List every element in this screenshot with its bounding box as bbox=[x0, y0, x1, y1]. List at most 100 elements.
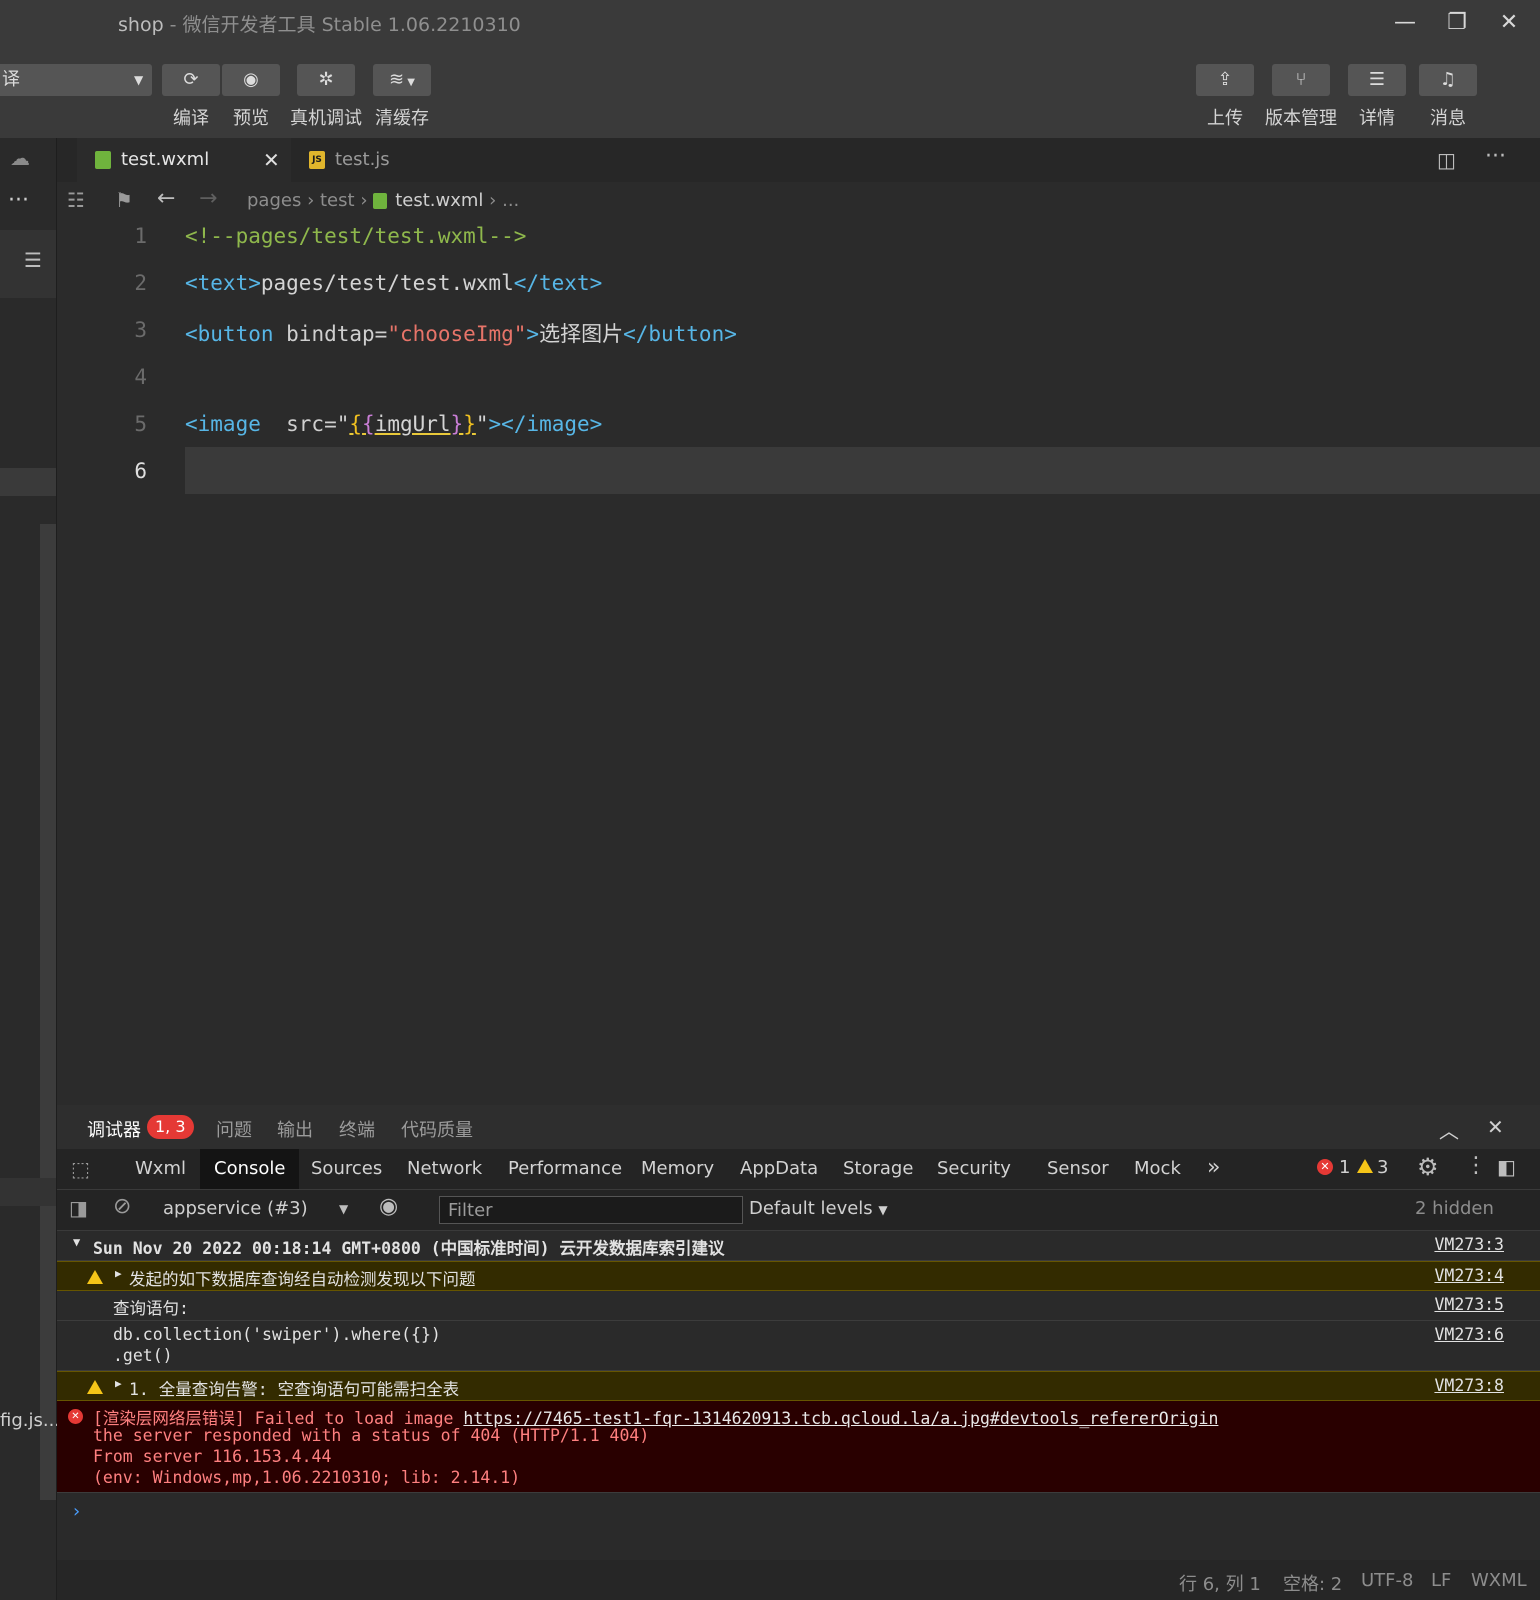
more-tabs-icon[interactable]: » bbox=[1207, 1155, 1220, 1180]
tab-storage[interactable]: Storage bbox=[829, 1149, 927, 1189]
sidebar-selected-item[interactable] bbox=[0, 468, 56, 496]
tab-sensor[interactable]: Sensor bbox=[1033, 1149, 1123, 1189]
eye-icon[interactable]: ◉ bbox=[379, 1194, 398, 1219]
code-line-1: <!--pages/test/test.wxml--> bbox=[185, 224, 526, 248]
tab-mock[interactable]: Mock bbox=[1120, 1149, 1195, 1189]
tab-security[interactable]: Security bbox=[923, 1149, 1025, 1189]
log-row[interactable]: 查询语句: VM273:5 bbox=[57, 1291, 1540, 1321]
log-levels-label: Default levels bbox=[749, 1198, 873, 1219]
sidebar-toggle-icon[interactable]: ◨ bbox=[69, 1196, 88, 1220]
sort-icon[interactable]: ☰ bbox=[24, 248, 42, 272]
tab-code-quality[interactable]: 代码质量 bbox=[401, 1116, 473, 1142]
tab-appdata[interactable]: AppData bbox=[726, 1149, 832, 1189]
tab-memory[interactable]: Memory bbox=[627, 1149, 728, 1189]
error-row[interactable]: ✕ [渲染层网络层错误] Failed to load image https:… bbox=[57, 1401, 1540, 1493]
compile-mode-select[interactable]: 译 ▼ bbox=[0, 64, 152, 96]
tab-sources[interactable]: Sources bbox=[297, 1149, 396, 1189]
inspect-icon[interactable]: ⬚ bbox=[71, 1157, 90, 1181]
remote-debug-button[interactable]: ✲ bbox=[297, 64, 355, 96]
bookmark-icon[interactable]: ⚑ bbox=[115, 188, 133, 212]
gear-icon[interactable]: ⚙ bbox=[1417, 1153, 1439, 1181]
version-button[interactable]: ⑂ bbox=[1272, 64, 1330, 96]
warning-icon bbox=[1357, 1159, 1373, 1173]
preview-button[interactable]: ◉ bbox=[222, 64, 280, 96]
tab-wxml[interactable]: Wxml bbox=[121, 1149, 200, 1189]
warning-row[interactable]: ▶ 发起的如下数据库查询经自动检测发现以下问题 VM273:4 bbox=[57, 1261, 1540, 1291]
filter-input[interactable]: Filter bbox=[439, 1196, 743, 1224]
console-output[interactable]: ▼ Sun Nov 20 2022 00:18:14 GMT+0800 (中国标… bbox=[57, 1231, 1540, 1560]
messages-button[interactable]: ♫ bbox=[1419, 64, 1477, 96]
eye-icon: ◉ bbox=[243, 69, 259, 90]
sidebar-scrollbar[interactable] bbox=[40, 524, 56, 1500]
language-mode[interactable]: WXML bbox=[1471, 1570, 1527, 1591]
chevron-down-icon[interactable]: ▼ bbox=[339, 1202, 348, 1216]
source-link[interactable]: VM273:6 bbox=[1434, 1325, 1504, 1344]
clear-console-icon[interactable]: ⊘ bbox=[113, 1194, 131, 1219]
code-line-2: <text>pages/test/test.wxml</text> bbox=[185, 271, 602, 295]
forward-icon[interactable]: → bbox=[199, 186, 217, 211]
dock-icon[interactable]: ◧ bbox=[1497, 1155, 1516, 1179]
error-icon: ✕ bbox=[68, 1409, 83, 1424]
sidebar-file-item[interactable]: fig.js... bbox=[0, 1410, 60, 1431]
warning-count[interactable]: 3 bbox=[1377, 1157, 1388, 1178]
compile-button[interactable]: ⟳ bbox=[162, 64, 220, 96]
error-count[interactable]: 1 bbox=[1339, 1157, 1350, 1178]
log-levels-select[interactable]: Default levels ▼ bbox=[749, 1198, 888, 1219]
bug-icon: ✲ bbox=[318, 69, 334, 90]
encoding[interactable]: UTF-8 bbox=[1361, 1570, 1413, 1591]
tab-problems[interactable]: 问题 bbox=[216, 1116, 252, 1142]
more-icon[interactable]: ··· bbox=[8, 188, 29, 213]
breadcrumb-pages[interactable]: pages bbox=[247, 190, 301, 211]
chevron-up-icon[interactable]: ︿ bbox=[1439, 1115, 1459, 1144]
breadcrumb-test[interactable]: test bbox=[320, 190, 355, 211]
details-button[interactable]: ☰ bbox=[1348, 64, 1406, 96]
log-row[interactable]: db.collection('swiper').where({}) .get()… bbox=[57, 1321, 1540, 1371]
split-editor-icon[interactable]: ◫ bbox=[1437, 148, 1456, 172]
log-group-header[interactable]: ▼ Sun Nov 20 2022 00:18:14 GMT+0800 (中国标… bbox=[57, 1231, 1540, 1261]
line-number: 1 bbox=[134, 224, 147, 248]
kebab-menu-icon[interactable]: ⋮ bbox=[1465, 1153, 1487, 1178]
source-link[interactable]: VM273:3 bbox=[1434, 1235, 1504, 1254]
tab-output[interactable]: 输出 bbox=[277, 1116, 313, 1142]
error-line: (env: Windows,mp,1.06.2210310; lib: 2.14… bbox=[93, 1468, 521, 1487]
minimize-icon[interactable]: — bbox=[1390, 8, 1420, 38]
tab-network[interactable]: Network bbox=[393, 1149, 496, 1189]
breadcrumb-file[interactable]: test.wxml bbox=[395, 190, 483, 211]
line-number: 2 bbox=[134, 271, 147, 295]
close-panel-icon[interactable]: ✕ bbox=[1487, 1115, 1504, 1139]
tab-performance[interactable]: Performance bbox=[494, 1149, 636, 1189]
back-icon[interactable]: ← bbox=[157, 186, 175, 211]
tab-test-js[interactable]: JS test.js bbox=[293, 138, 473, 182]
console-prompt-icon[interactable]: › bbox=[71, 1501, 82, 1522]
line-ending[interactable]: LF bbox=[1431, 1570, 1451, 1591]
source-link[interactable]: VM273:8 bbox=[1434, 1376, 1504, 1395]
tab-debugger[interactable]: 调试器 bbox=[87, 1116, 141, 1142]
warning-row[interactable]: ▶ 1. 全量查询告警: 空查询语句可能需扫全表 VM273:8 bbox=[57, 1371, 1540, 1401]
source-link[interactable]: VM273:5 bbox=[1434, 1295, 1504, 1314]
tab-test-wxml[interactable]: test.wxml ✕ bbox=[77, 138, 291, 182]
log-message: db.collection('swiper').where({}) bbox=[113, 1325, 441, 1344]
cloud-icon[interactable]: ☁ bbox=[10, 146, 30, 170]
outline-icon[interactable]: ☷ bbox=[67, 188, 85, 212]
upload-button[interactable]: ⇪ bbox=[1196, 64, 1254, 96]
close-tab-icon[interactable]: ✕ bbox=[263, 138, 280, 182]
breadcrumb-more[interactable]: ... bbox=[502, 190, 519, 211]
tag: <button bbox=[185, 322, 274, 346]
wxml-file-icon bbox=[95, 151, 111, 169]
close-window-icon[interactable]: ✕ bbox=[1494, 8, 1524, 38]
cursor-position[interactable]: 行 6, 列 1 bbox=[1179, 1570, 1261, 1596]
clear-cache-button[interactable]: ≋ ▼ bbox=[373, 64, 431, 96]
indent-setting[interactable]: 空格: 2 bbox=[1283, 1570, 1342, 1596]
more-actions-icon[interactable]: ··· bbox=[1485, 144, 1506, 169]
restore-icon[interactable]: ❐ bbox=[1442, 8, 1472, 38]
debug-panel: 调试器 1, 3 问题 输出 终端 代码质量 ︿ ✕ ⬚ Wxml Consol… bbox=[57, 1105, 1540, 1560]
tab-terminal[interactable]: 终端 bbox=[339, 1116, 375, 1142]
quote: " bbox=[513, 322, 527, 346]
chevron-right-icon: › bbox=[307, 190, 320, 211]
sidebar-item[interactable] bbox=[0, 1178, 56, 1206]
context-select[interactable]: appservice (#3) bbox=[163, 1198, 308, 1219]
tab-console[interactable]: Console bbox=[200, 1149, 300, 1189]
project-name: shop bbox=[118, 14, 164, 36]
source-link[interactable]: VM273:4 bbox=[1434, 1266, 1504, 1285]
code-editor[interactable]: 1 2 3 4 5 6 <!--pages/test/test.wxml--> … bbox=[57, 220, 1540, 1105]
